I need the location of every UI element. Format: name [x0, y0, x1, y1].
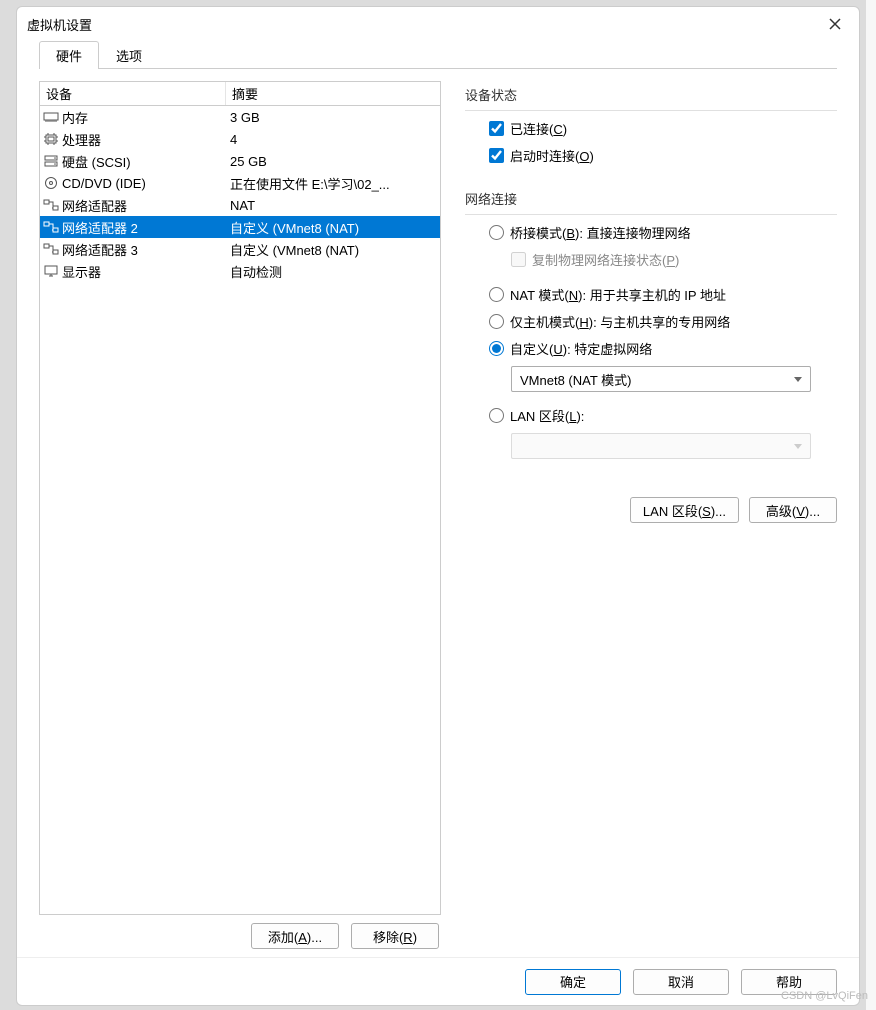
- device-row[interactable]: 网络适配器NAT: [40, 194, 440, 216]
- custom-label[interactable]: 自定义(U): 特定虚拟网络: [510, 339, 652, 358]
- network-connection-label: 网络连接: [465, 189, 837, 208]
- vm-settings-dialog: 虚拟机设置 硬件 选项 设备 摘要 内存3 GB处理器4硬盘 (SCSI)25 …: [16, 6, 860, 1006]
- device-summary: 3 GB: [226, 110, 440, 125]
- device-name: 显示器: [62, 262, 226, 281]
- device-status-label: 设备状态: [465, 85, 837, 104]
- titlebar: 虚拟机设置: [17, 7, 859, 41]
- device-row[interactable]: 显示器自动检测: [40, 260, 440, 282]
- device-row[interactable]: 网络适配器 3自定义 (VMnet8 (NAT): [40, 238, 440, 260]
- device-name: 网络适配器 2: [62, 218, 226, 237]
- device-summary: 25 GB: [226, 154, 440, 169]
- device-summary: 自定义 (VMnet8 (NAT): [226, 218, 440, 237]
- device-summary: NAT: [226, 198, 440, 213]
- device-row[interactable]: CD/DVD (IDE)正在使用文件 E:\学习\02_...: [40, 172, 440, 194]
- disk-icon: [40, 154, 62, 168]
- nat-label[interactable]: NAT 模式(N): 用于共享主机的 IP 地址: [510, 285, 726, 304]
- cancel-button[interactable]: 取消: [633, 969, 729, 995]
- close-button[interactable]: [821, 10, 849, 38]
- device-summary: 4: [226, 132, 440, 147]
- chevron-down-icon: [794, 377, 802, 382]
- connected-label[interactable]: 已连接(C): [510, 119, 567, 138]
- net-icon: [40, 198, 62, 212]
- bridged-label[interactable]: 桥接模式(B): 直接连接物理网络: [510, 223, 691, 242]
- net-icon: [40, 220, 62, 234]
- device-row[interactable]: 内存3 GB: [40, 106, 440, 128]
- device-row[interactable]: 网络适配器 2自定义 (VMnet8 (NAT): [40, 216, 440, 238]
- remove-button[interactable]: 移除(R): [351, 923, 439, 949]
- cpu-icon: [40, 132, 62, 146]
- nat-radio[interactable]: [489, 287, 504, 302]
- lan-segments-button[interactable]: LAN 区段(S)...: [630, 497, 739, 523]
- lan-label[interactable]: LAN 区段(L):: [510, 406, 584, 425]
- chevron-down-icon: [794, 444, 802, 449]
- replicate-label: 复制物理网络连接状态(P): [532, 250, 679, 269]
- advanced-button[interactable]: 高级(V)...: [749, 497, 837, 523]
- lan-radio[interactable]: [489, 408, 504, 423]
- display-icon: [40, 264, 62, 278]
- net-icon: [40, 242, 62, 256]
- device-name: 网络适配器: [62, 196, 226, 215]
- device-summary: 正在使用文件 E:\学习\02_...: [226, 174, 440, 193]
- ok-button[interactable]: 确定: [525, 969, 621, 995]
- custom-radio[interactable]: [489, 341, 504, 356]
- tab-hardware[interactable]: 硬件: [39, 41, 99, 69]
- memory-icon: [40, 110, 62, 124]
- header-summary[interactable]: 摘要: [226, 82, 440, 105]
- add-button[interactable]: 添加(A)...: [251, 923, 339, 949]
- custom-network-select[interactable]: VMnet8 (NAT 模式): [511, 366, 811, 392]
- header-device[interactable]: 设备: [40, 82, 226, 105]
- close-icon: [829, 18, 841, 30]
- lan-segment-select: [511, 433, 811, 459]
- device-name: CD/DVD (IDE): [62, 176, 226, 191]
- device-summary: 自定义 (VMnet8 (NAT): [226, 240, 440, 259]
- replicate-checkbox: [511, 252, 526, 267]
- device-row[interactable]: 硬盘 (SCSI)25 GB: [40, 150, 440, 172]
- connected-checkbox[interactable]: [489, 121, 504, 136]
- connect-on-start-label[interactable]: 启动时连接(O): [510, 146, 594, 165]
- device-name: 硬盘 (SCSI): [62, 152, 226, 171]
- device-name: 内存: [62, 108, 226, 127]
- cd-icon: [40, 176, 62, 190]
- device-name: 处理器: [62, 130, 226, 149]
- tab-options[interactable]: 选项: [99, 41, 159, 69]
- hostonly-label[interactable]: 仅主机模式(H): 与主机共享的专用网络: [510, 312, 730, 331]
- bridged-radio[interactable]: [489, 225, 504, 240]
- device-row[interactable]: 处理器4: [40, 128, 440, 150]
- device-summary: 自动检测: [226, 262, 440, 281]
- device-list: 设备 摘要 内存3 GB处理器4硬盘 (SCSI)25 GBCD/DVD (ID…: [39, 81, 441, 915]
- dialog-title: 虚拟机设置: [27, 15, 821, 34]
- hostonly-radio[interactable]: [489, 314, 504, 329]
- tabs: 硬件 选项: [17, 41, 859, 69]
- device-name: 网络适配器 3: [62, 240, 226, 259]
- connect-on-start-checkbox[interactable]: [489, 148, 504, 163]
- watermark: CSDN @LvQiFen: [781, 990, 868, 1002]
